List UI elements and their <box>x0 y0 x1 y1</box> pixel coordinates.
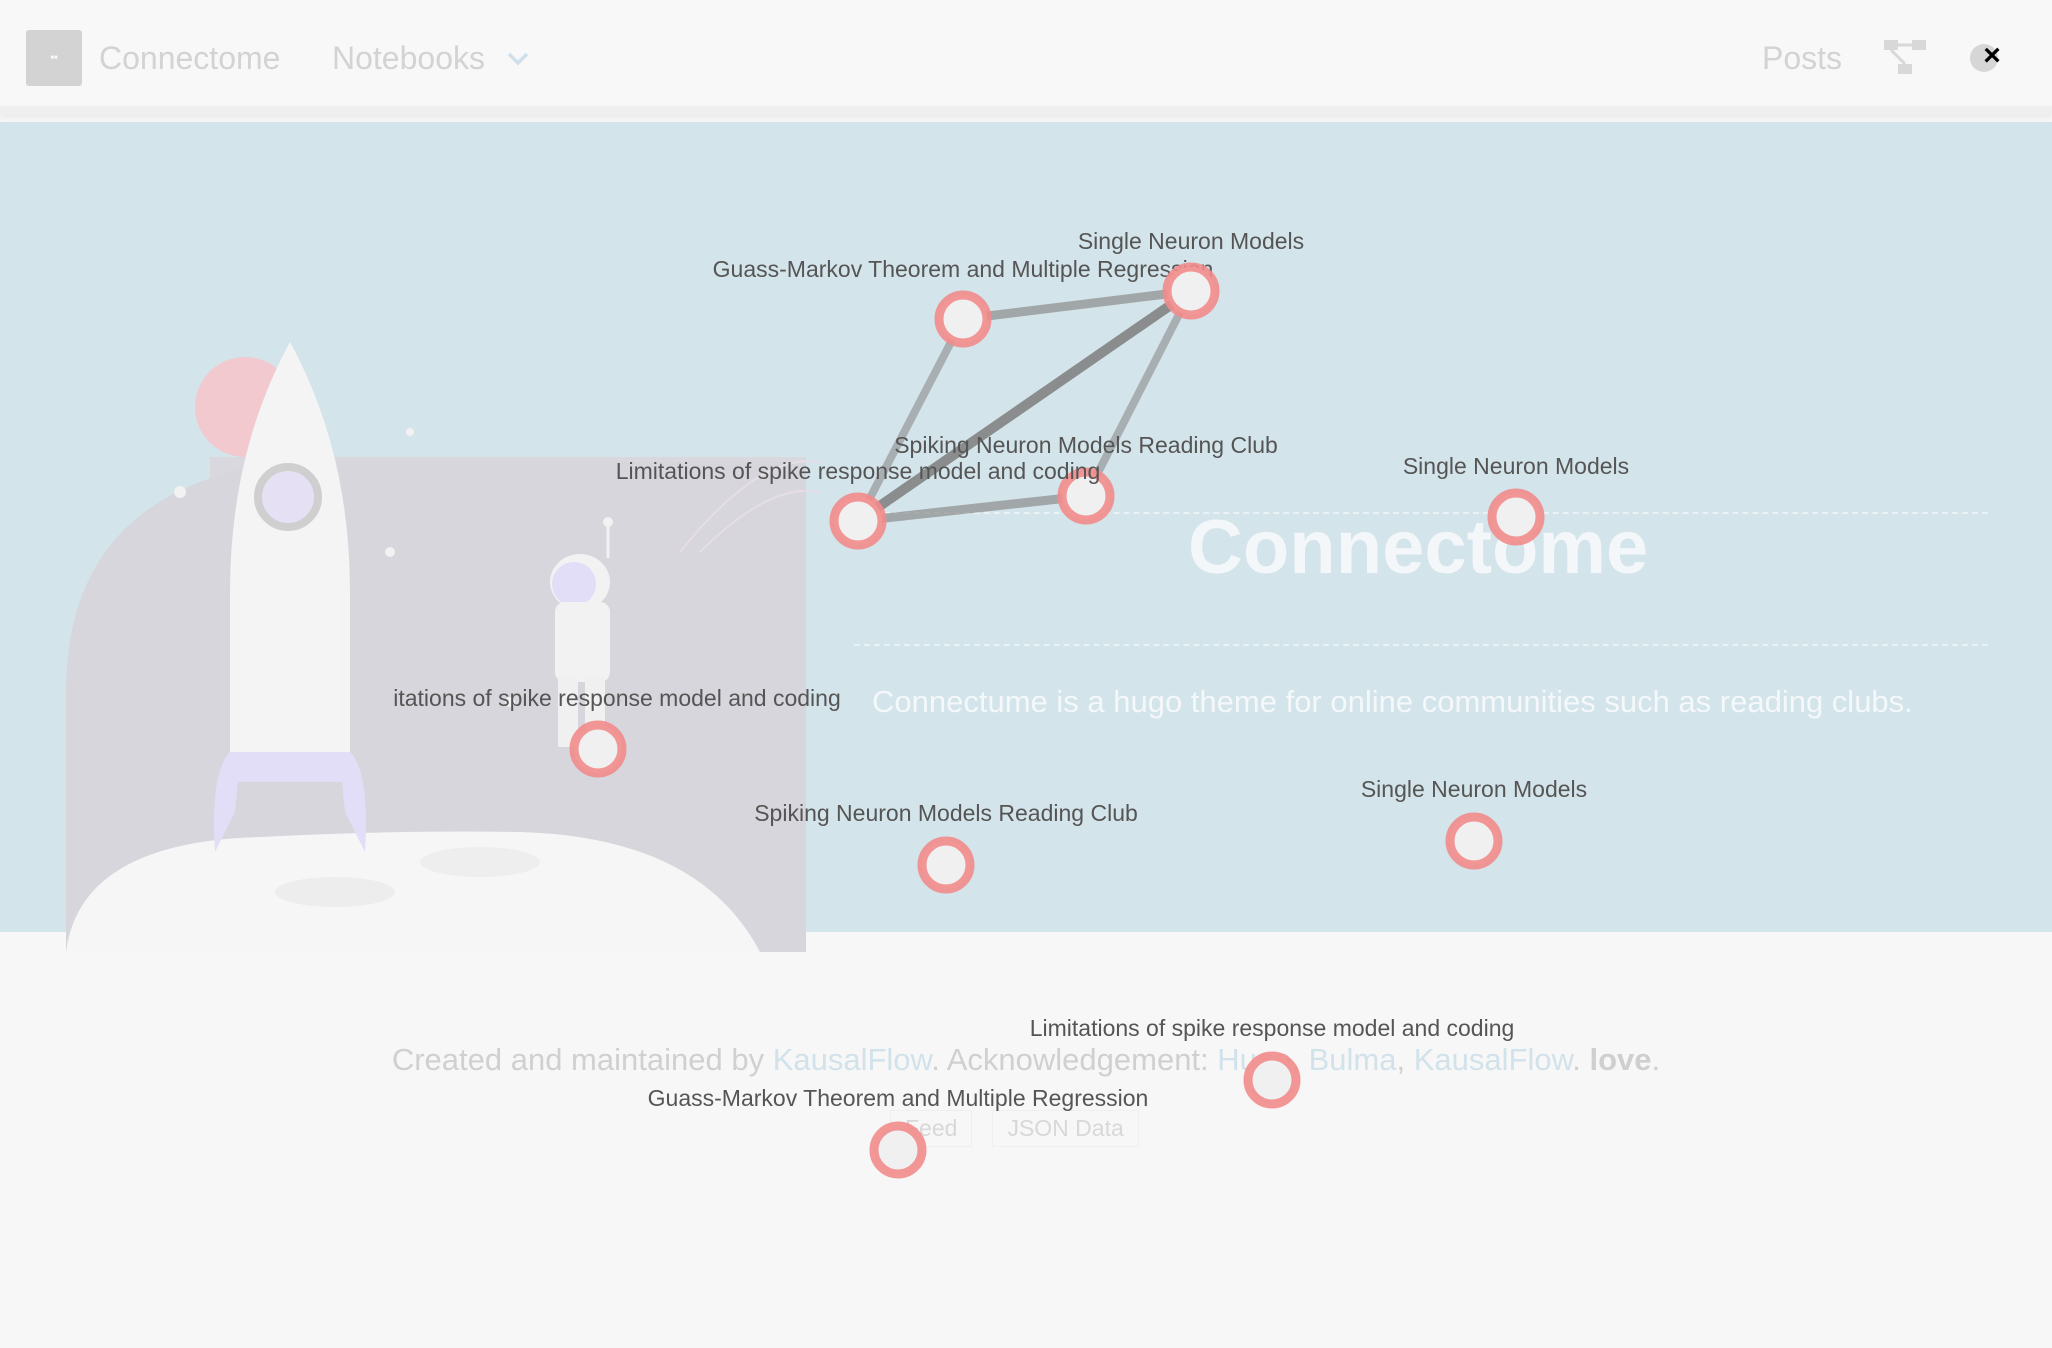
graph-node-label: Spiking Neuron Models Reading Club <box>754 800 1138 826</box>
graph-edge <box>855 286 1194 526</box>
graph-node[interactable]: Single Neuron Models <box>1403 453 1629 546</box>
page: ■■ Connectome Notebooks Posts × Connecto… <box>0 0 2052 1348</box>
connectome-graph[interactable]: Guass-Markov Theorem and Multiple Regres… <box>0 0 2052 1348</box>
graph-node[interactable]: Single Neuron Models <box>1361 776 1587 870</box>
graph-node[interactable]: Spiking Neuron Models Reading Club <box>754 800 1138 894</box>
graph-node-label: Limitations of spike response model and … <box>616 458 1101 484</box>
graph-node-label: itations of spike response model and cod… <box>393 685 841 711</box>
graph-node-label: Guass-Markov Theorem and Multiple Regres… <box>713 256 1214 282</box>
graph-node-label: Spiking Neuron Models Reading Club <box>894 432 1278 458</box>
graph-node-label: Single Neuron Models <box>1361 776 1587 802</box>
graph-node-label: Guass-Markov Theorem and Multiple Regres… <box>648 1085 1149 1111</box>
graph-node-label: Limitations of spike response model and … <box>1030 1015 1515 1041</box>
graph-node[interactable]: Guass-Markov Theorem and Multiple Regres… <box>648 1085 1149 1179</box>
graph-node[interactable]: itations of spike response model and cod… <box>393 685 841 778</box>
graph-node-label: Single Neuron Models <box>1078 228 1304 254</box>
graph-edges <box>854 286 1195 526</box>
graph-node-label: Single Neuron Models <box>1403 453 1629 479</box>
